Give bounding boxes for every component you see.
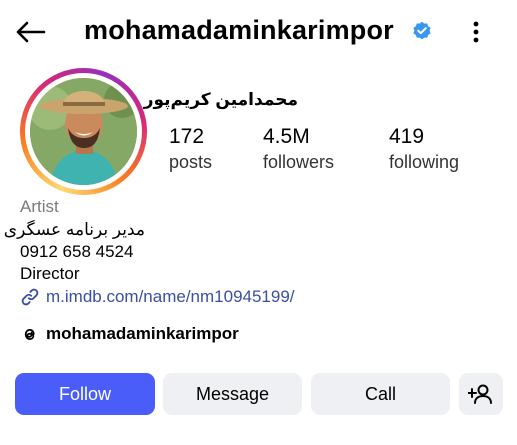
threads-handle: mohamadaminkarimpor <box>46 324 239 343</box>
profile-link-text[interactable]: m.imdb.com/name/nm10945199/ <box>46 287 295 307</box>
message-button[interactable]: Message <box>163 373 302 415</box>
avatar-photo <box>30 78 137 185</box>
bio-line-3: Director <box>20 264 80 283</box>
more-options-button[interactable] <box>462 14 490 50</box>
stat-posts[interactable]: 172 posts <box>169 124 212 174</box>
link-icon <box>21 288 39 306</box>
avatar[interactable] <box>30 78 137 185</box>
back-arrow-icon[interactable] <box>14 20 46 44</box>
call-button[interactable]: Call <box>311 373 450 415</box>
posts-count: 172 <box>169 125 205 148</box>
profile-header: mohamadaminkarimpor <box>0 0 517 62</box>
threads-icon <box>24 328 35 340</box>
stat-following[interactable]: 419 following <box>389 124 459 174</box>
back-button[interactable] <box>12 14 48 50</box>
page-title: mohamadaminkarimpor <box>84 15 394 45</box>
threads-badge[interactable]: mohamadaminkarimpor <box>20 322 239 346</box>
stat-followers[interactable]: 4.5M followers <box>263 124 334 174</box>
story-ring[interactable] <box>20 68 147 195</box>
following-count: 419 <box>389 125 425 148</box>
bio-category: Artist <box>20 197 59 216</box>
posts-label: posts <box>169 152 213 172</box>
suggested-users-button[interactable] <box>459 373 503 415</box>
follow-button[interactable]: Follow <box>15 373 155 415</box>
bio-line-1: مدیر برنامه عسگری <box>3 220 145 239</box>
more-vertical-icon[interactable] <box>473 21 479 43</box>
add-user-icon <box>468 384 492 404</box>
display-name: محمدامین کریم‌پور <box>143 90 298 109</box>
followers-count: 4.5M <box>263 125 310 148</box>
verified-badge-icon <box>413 21 431 40</box>
followers-label: followers <box>263 152 335 172</box>
following-label: following <box>389 152 460 172</box>
profile-link[interactable]: m.imdb.com/name/nm10945199/ <box>20 285 295 309</box>
bio-phone: 0912 658 4524 <box>20 242 134 261</box>
